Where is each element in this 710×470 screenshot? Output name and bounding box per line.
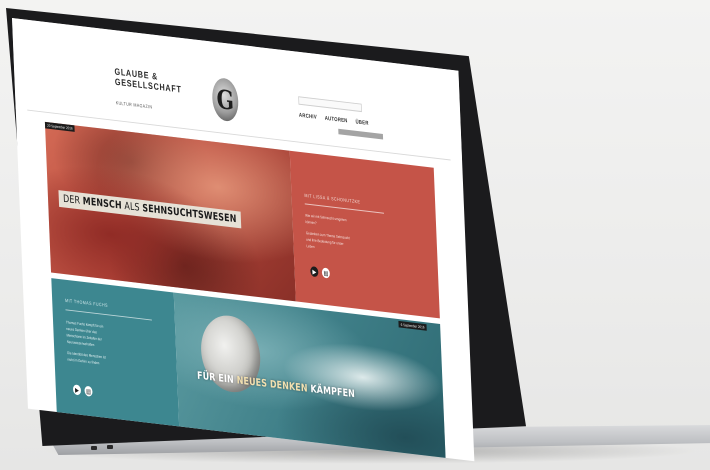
website-viewport: GLAUBE & GESELLSCHAFT KULTUR MAGAZIN G A…: [12, 18, 475, 462]
g-emblem-logo[interactable]: G: [211, 76, 240, 123]
emblem-letter: G: [216, 83, 235, 116]
nav-item-ueber[interactable]: ÜBER: [355, 120, 368, 127]
port-indicator: [91, 446, 97, 450]
nav-dropdown[interactable]: [338, 128, 384, 140]
pdf-icon[interactable]: ▤: [321, 267, 331, 279]
headline-part: MENSCH: [82, 194, 122, 212]
headline-part: ALS: [121, 199, 143, 214]
nav-item-archiv[interactable]: ARCHIV: [299, 113, 317, 121]
pdf-icon[interactable]: ▤: [84, 385, 93, 397]
logo-subtitle: KULTUR MAGAZIN: [115, 100, 153, 111]
port-indicator: [107, 445, 113, 449]
nav-item-autoren[interactable]: AUTOREN: [325, 116, 348, 124]
play-icon[interactable]: ▶: [72, 384, 82, 396]
headline-part: DER: [62, 192, 84, 207]
search-input[interactable]: [298, 96, 362, 113]
main-nav: ARCHIV AUTOREN ÜBER: [299, 113, 369, 127]
site-logo[interactable]: GLAUBE & GESELLSCHAFT: [114, 67, 201, 98]
